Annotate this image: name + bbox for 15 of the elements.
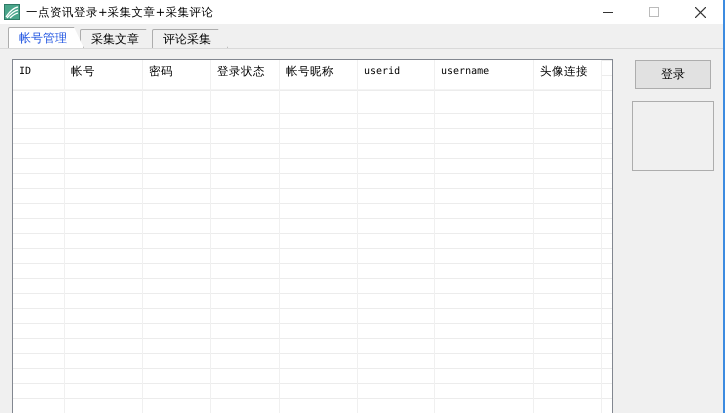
tab[interactable]: 评论采集 <box>152 29 228 48</box>
maximize-icon <box>649 7 659 17</box>
column-header[interactable]: userid <box>358 60 434 90</box>
column-header[interactable]: username <box>435 60 533 90</box>
column-header[interactable]: 帐号 <box>65 60 142 90</box>
column-header[interactable]: 头像连接 <box>534 60 601 90</box>
app-icon <box>4 4 20 20</box>
window-title: 一点资讯登录+采集文章+采集评论 <box>26 4 214 20</box>
column-header[interactable]: 密码 <box>143 60 210 90</box>
close-icon <box>694 6 706 18</box>
column-header[interactable]: ID <box>13 60 64 90</box>
column-header[interactable]: 登录状态 <box>211 60 279 90</box>
column-header[interactable]: 帐号昵称 <box>280 60 357 90</box>
tab[interactable]: 帐号管理 <box>8 27 84 48</box>
login-button[interactable]: 登录 <box>635 60 711 89</box>
